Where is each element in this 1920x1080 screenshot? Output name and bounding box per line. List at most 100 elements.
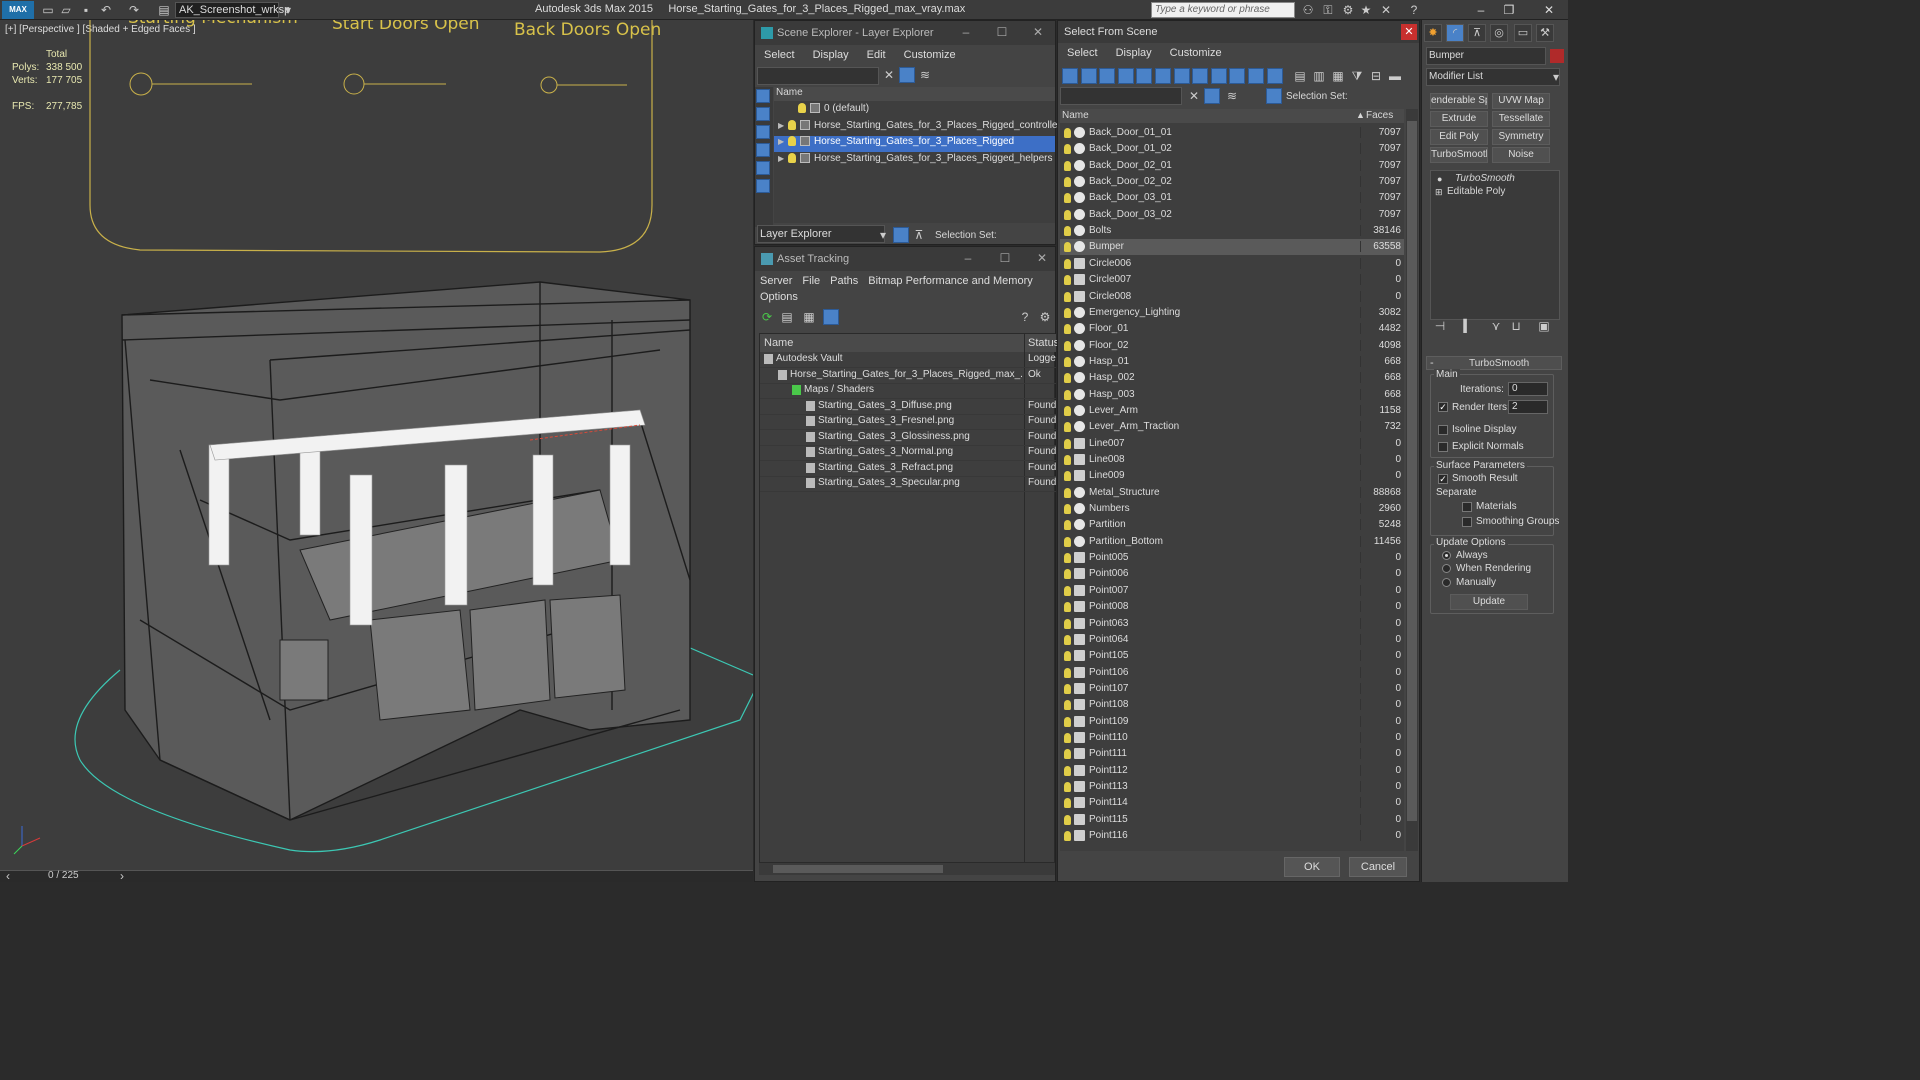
display-cameras-icon[interactable] — [756, 161, 770, 175]
scene-explorer-find-input[interactable] — [757, 67, 879, 85]
table-view-icon[interactable] — [823, 309, 839, 325]
asset-row[interactable]: Starting_Gates_3_Specular.png Found — [760, 476, 1056, 491]
slider-back-doors[interactable] — [540, 76, 627, 94]
object-row[interactable]: Floor_02 4098 — [1060, 338, 1404, 354]
light-bulb-icon[interactable] — [1064, 275, 1071, 286]
light-bulb-icon[interactable] — [1064, 356, 1071, 367]
refresh-icon[interactable]: ⟳ — [759, 309, 775, 325]
object-row[interactable]: Point005 0 — [1060, 550, 1404, 566]
display-lights-icon[interactable] — [756, 143, 770, 157]
layer-explorer-icon[interactable] — [893, 227, 909, 243]
object-row[interactable]: Back_Door_01_01 7097 — [1060, 125, 1404, 141]
turbosmooth-rollout-header[interactable]: - TurboSmooth — [1426, 356, 1562, 370]
light-bulb-icon[interactable] — [1064, 389, 1071, 400]
layer-row[interactable]: 0 (default) — [774, 103, 1055, 119]
materials-checkbox[interactable] — [1462, 502, 1472, 512]
menu-display[interactable]: Display — [1107, 45, 1161, 63]
light-bulb-icon[interactable] — [1064, 340, 1071, 351]
light-bulb-icon[interactable] — [1064, 422, 1071, 433]
explicit-normals-checkbox[interactable] — [1438, 442, 1448, 452]
object-row[interactable]: Point006 0 — [1060, 566, 1404, 582]
slider-starting-mechanism[interactable] — [129, 72, 252, 96]
light-bulb-icon[interactable]: ● — [1437, 174, 1442, 184]
object-row[interactable]: Back_Door_01_02 7097 — [1060, 141, 1404, 157]
object-row[interactable]: Hasp_002 668 — [1060, 370, 1404, 386]
asset-hscroll[interactable] — [759, 863, 1055, 875]
smooth-result-checkbox[interactable]: ✓ — [1438, 474, 1448, 484]
column-name[interactable]: Name — [764, 337, 793, 349]
column-name[interactable]: Name — [1062, 110, 1089, 121]
light-bulb-icon[interactable] — [1064, 471, 1071, 482]
settings-icon[interactable]: ⚙ — [1037, 309, 1053, 325]
object-row[interactable]: Circle007 0 — [1060, 272, 1404, 288]
object-name-input[interactable]: Bumper — [1426, 47, 1546, 65]
light-bulb-icon[interactable] — [1064, 226, 1071, 237]
light-bulb-icon[interactable] — [788, 152, 796, 163]
modifier-list-select[interactable]: Modifier List — [1426, 68, 1560, 86]
object-row[interactable]: Point115 0 — [1060, 812, 1404, 828]
layer-options-icon[interactable]: ≋ — [917, 67, 933, 83]
help-icon[interactable]: ? — [1017, 309, 1033, 325]
asset-hscroll-thumb[interactable] — [773, 865, 943, 873]
light-bulb-icon[interactable] — [1064, 585, 1071, 596]
light-bulb-icon[interactable] — [1064, 324, 1071, 335]
hierarchy-icon[interactable] — [1266, 88, 1282, 104]
light-bulb-icon[interactable] — [1064, 798, 1071, 809]
menu-options[interactable]: Options — [755, 289, 803, 307]
show-end-result-icon[interactable]: ▍ — [1460, 318, 1476, 334]
redo-icon[interactable]: ↷ — [126, 2, 142, 18]
uvw-map-button[interactable]: UVW Map — [1492, 93, 1550, 109]
light-bulb-icon[interactable] — [1064, 831, 1071, 842]
close-icon[interactable]: ✕ — [1538, 2, 1560, 18]
motion-tab-icon[interactable]: ◎ — [1490, 24, 1508, 42]
object-row[interactable]: Point107 0 — [1060, 681, 1404, 697]
light-bulb-icon[interactable] — [1064, 765, 1071, 776]
edit-poly-button[interactable]: Edit Poly — [1430, 129, 1488, 145]
display-all-icon[interactable]: ▤ — [1292, 68, 1308, 84]
asset-row[interactable]: Starting_Gates_3_Fresnel.png Found — [760, 414, 1056, 429]
light-bulb-icon[interactable] — [1064, 504, 1071, 515]
asset-row[interactable]: Starting_Gates_3_Refract.png Found — [760, 461, 1056, 476]
stack-item-turbosmooth[interactable]: TurboSmooth — [1431, 173, 1559, 186]
chevron-down-icon[interactable]: ▾ — [280, 2, 296, 18]
light-bulb-icon[interactable] — [1064, 438, 1071, 449]
hierarchy-tab-icon[interactable]: ⊼ — [1468, 24, 1486, 42]
isoline-display-checkbox[interactable] — [1438, 425, 1448, 435]
display-cameras-icon[interactable] — [1117, 68, 1134, 84]
chevron-down-icon[interactable]: ▾ — [1548, 69, 1564, 85]
clear-search-icon[interactable]: ✕ — [881, 67, 897, 83]
key-icon[interactable]: ⚿ — [1320, 2, 1336, 18]
object-row[interactable]: Point111 0 — [1060, 746, 1404, 762]
chevron-left-icon[interactable]: ‹ — [0, 868, 16, 884]
configure-sets-icon[interactable]: ▣ — [1536, 318, 1552, 334]
clear-search-icon[interactable]: ✕ — [1186, 88, 1202, 104]
asset-row[interactable]: Autodesk Vault Logge — [760, 352, 1056, 367]
update-button[interactable]: Update — [1450, 594, 1528, 610]
remove-modifier-icon[interactable]: ⊔ — [1508, 318, 1524, 334]
hierarchy-icon[interactable]: ⊼ — [911, 227, 927, 243]
turbosmooth-button[interactable]: TurboSmooth — [1430, 147, 1488, 163]
display-shapes-icon[interactable] — [1080, 68, 1097, 84]
object-row[interactable]: Point108 0 — [1060, 697, 1404, 713]
iterations-spinner[interactable]: 0 — [1508, 382, 1548, 396]
light-bulb-icon[interactable] — [1064, 128, 1071, 138]
binoculars-icon[interactable]: ⚇ — [1300, 2, 1316, 18]
light-bulb-icon[interactable] — [1064, 487, 1071, 498]
object-row[interactable]: Bolts 38146 — [1060, 223, 1404, 239]
light-bulb-icon[interactable] — [1064, 455, 1071, 465]
object-list-scrollbar[interactable] — [1406, 109, 1418, 851]
scene-explorer-titlebar[interactable]: Scene Explorer - Layer Explorer – ☐ ✕ — [755, 21, 1055, 45]
object-color-swatch[interactable] — [1550, 49, 1564, 63]
light-bulb-icon[interactable] — [1064, 536, 1071, 547]
thumbnail-view-icon[interactable]: ▦ — [801, 309, 817, 325]
maximize-icon[interactable]: ☐ — [998, 251, 1012, 265]
time-slider[interactable]: ‹ 0 / 225 › — [0, 868, 753, 884]
light-bulb-icon[interactable] — [1064, 373, 1071, 384]
menu-display[interactable]: Display — [804, 47, 858, 65]
light-bulb-icon[interactable] — [1064, 683, 1071, 694]
select-find-input[interactable] — [1060, 87, 1182, 105]
sort-icon[interactable]: ⊟ — [1368, 68, 1384, 84]
light-bulb-icon[interactable] — [1064, 602, 1071, 613]
new-file-icon[interactable]: ▭ — [40, 2, 56, 18]
select-from-scene-titlebar[interactable]: Select From Scene ✕ — [1058, 21, 1419, 43]
